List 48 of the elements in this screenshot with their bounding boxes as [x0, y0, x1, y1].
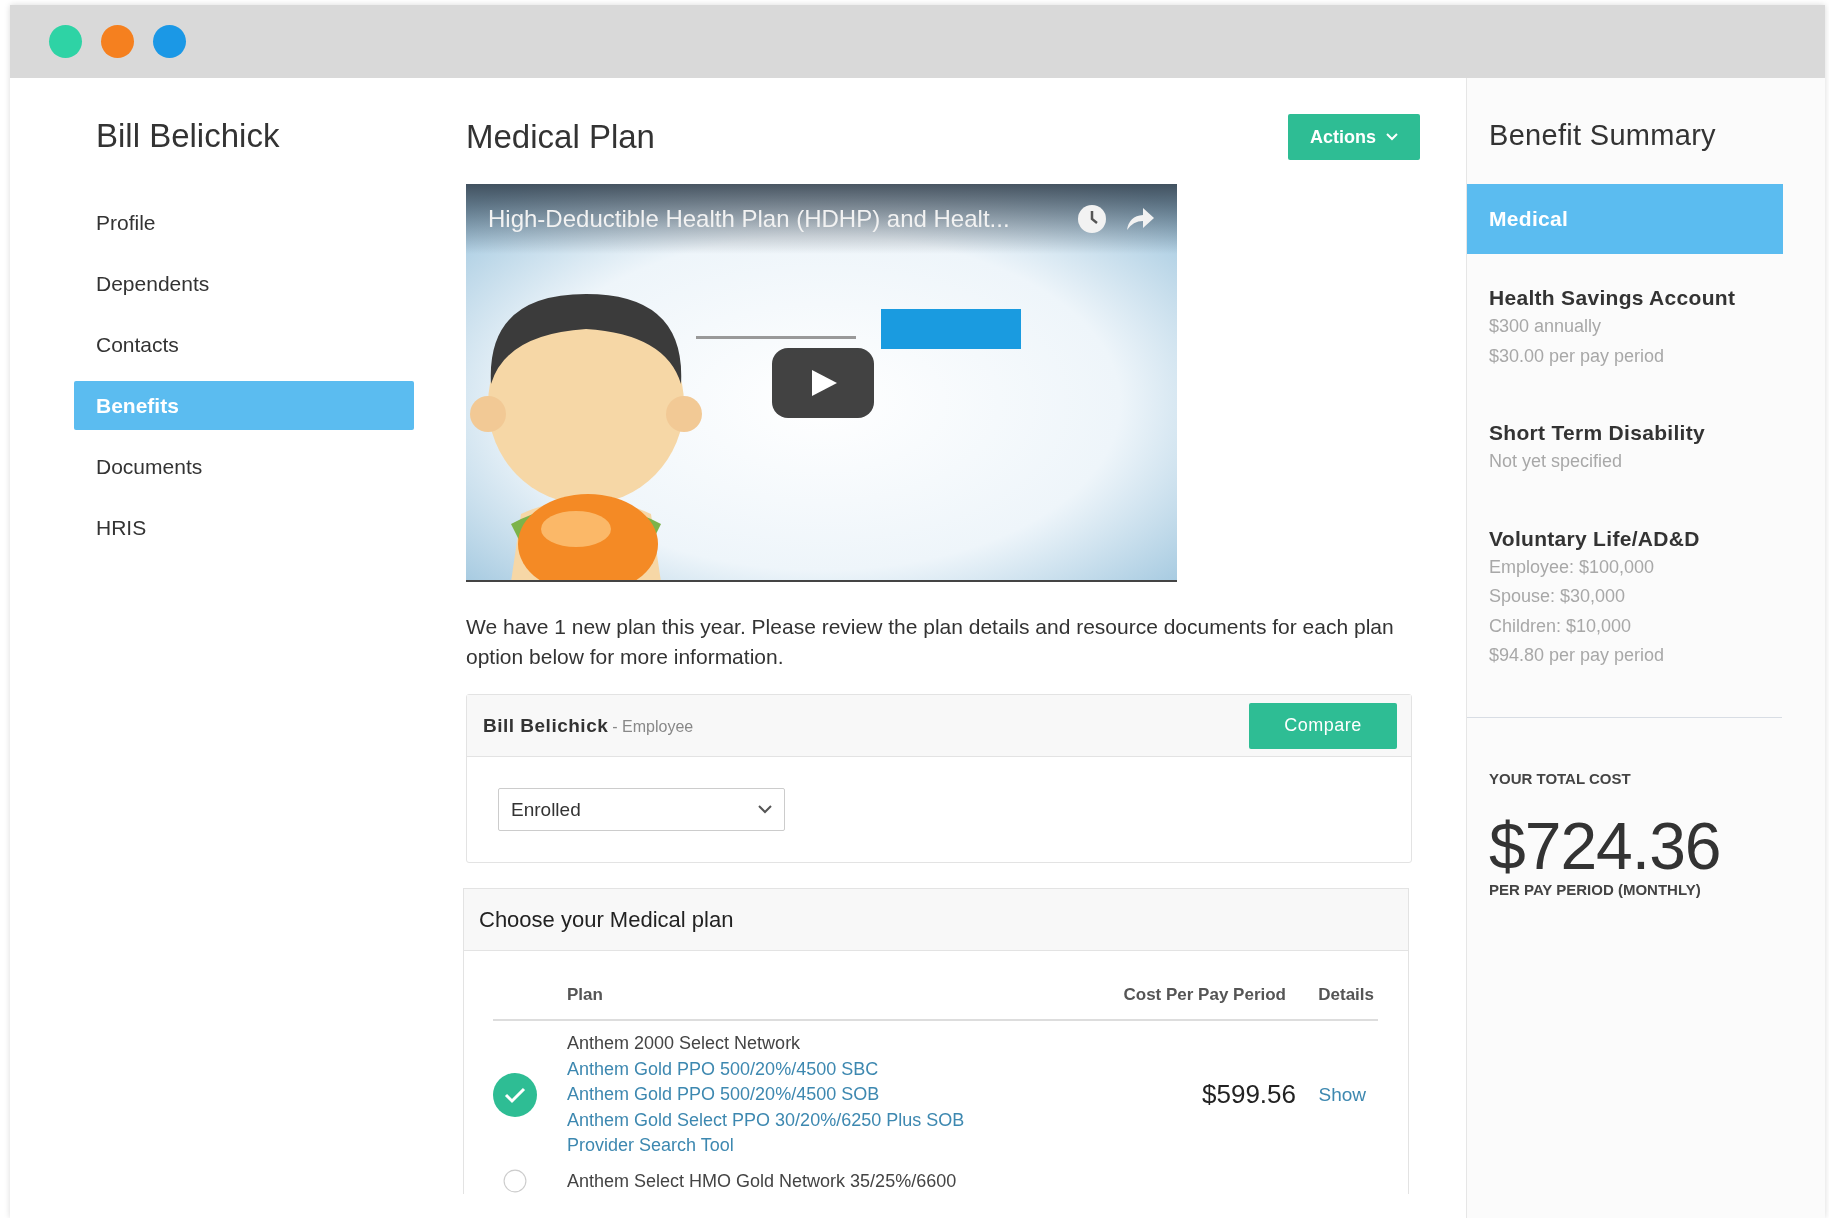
plan-card-title: Choose your Medical plan: [464, 889, 1408, 951]
share-icon[interactable]: [1125, 206, 1155, 232]
employee-role: - Employee: [612, 717, 694, 735]
nav-item[interactable]: HRIS: [74, 503, 414, 552]
total-cost-amount: $724.36: [1489, 810, 1722, 881]
check-icon[interactable]: [493, 1072, 537, 1117]
column-header: Plan: [567, 985, 604, 1005]
pay-period-label: PER PAY PERIOD (MONTHLY): [1489, 880, 1702, 898]
nav-item[interactable]: Contacts: [74, 320, 414, 369]
status-select[interactable]: Enrolled: [498, 788, 785, 831]
column-header: Cost Per Pay Period: [1123, 985, 1287, 1005]
chevron-down-icon: [758, 805, 772, 814]
document-link[interactable]: Provider Search Tool: [567, 1133, 1202, 1159]
show-details-link[interactable]: Show: [1296, 1083, 1378, 1106]
benefit-detail: Employee: $100,000: [1489, 555, 1656, 579]
window-control-button[interactable]: [49, 25, 82, 58]
plan-name: Anthem Select HMO Gold Network 35/25%/6600: [567, 1169, 958, 1193]
window-control-button[interactable]: [101, 25, 134, 58]
radio-circle-icon[interactable]: [503, 1168, 527, 1193]
video-title: High-Deductible Health Plan (HDHP) and Healt...: [488, 205, 1011, 233]
document-link[interactable]: Anthem Gold Select PPO 30/20%/6250 Plus SOB: [567, 1107, 1202, 1133]
benefit-detail: $94.80 per pay period: [1489, 644, 1666, 667]
clock-icon[interactable]: [1077, 204, 1107, 234]
benefit-detail: $300 annually: [1489, 315, 1603, 338]
window-control-button[interactable]: [153, 25, 186, 58]
page-title: Medical Plan: [466, 118, 655, 156]
benefit-detail: $30.00 per pay period: [1489, 344, 1666, 368]
benefit-detail: Spouse: $30,000: [1489, 585, 1627, 608]
nav-item[interactable]: Profile: [74, 198, 414, 247]
summary-title: Benefit Summary: [1489, 118, 1717, 153]
document-link[interactable]: Anthem Gold PPO 500/20%/4500 SOB: [567, 1082, 1202, 1108]
benefit-name[interactable]: Short Term Disability: [1489, 419, 1783, 447]
employee-name: Bill Belichick: [483, 714, 609, 736]
document-link[interactable]: Anthem Gold PPO 500/20%/4500 SBC: [567, 1056, 1202, 1082]
benefit-name[interactable]: Voluntary Life/AD&D: [1489, 524, 1783, 553]
play-button[interactable]: [772, 348, 874, 418]
benefit-detail: Not yet specified: [1489, 450, 1624, 473]
plan-cost: $599.56: [1202, 1079, 1296, 1111]
plan-name: Anthem 2000 Select Network: [567, 1032, 802, 1055]
total-cost-label: YOUR TOTAL COST: [1489, 769, 1632, 787]
intro-text: We have 1 new plan this year. Please review the plan details and resource documents for each plan option below for more information.: [466, 614, 1395, 670]
nav-item[interactable]: Dependents: [74, 259, 414, 308]
caret-icon: [1386, 133, 1398, 141]
benefit-detail: Children: $10,000: [1489, 614, 1633, 638]
nav-item[interactable]: Documents: [74, 442, 414, 491]
benefit-name[interactable]: Health Savings Account: [1489, 284, 1783, 312]
user-name: Bill Belichick: [96, 116, 281, 156]
column-header: Details: [1317, 985, 1375, 1005]
